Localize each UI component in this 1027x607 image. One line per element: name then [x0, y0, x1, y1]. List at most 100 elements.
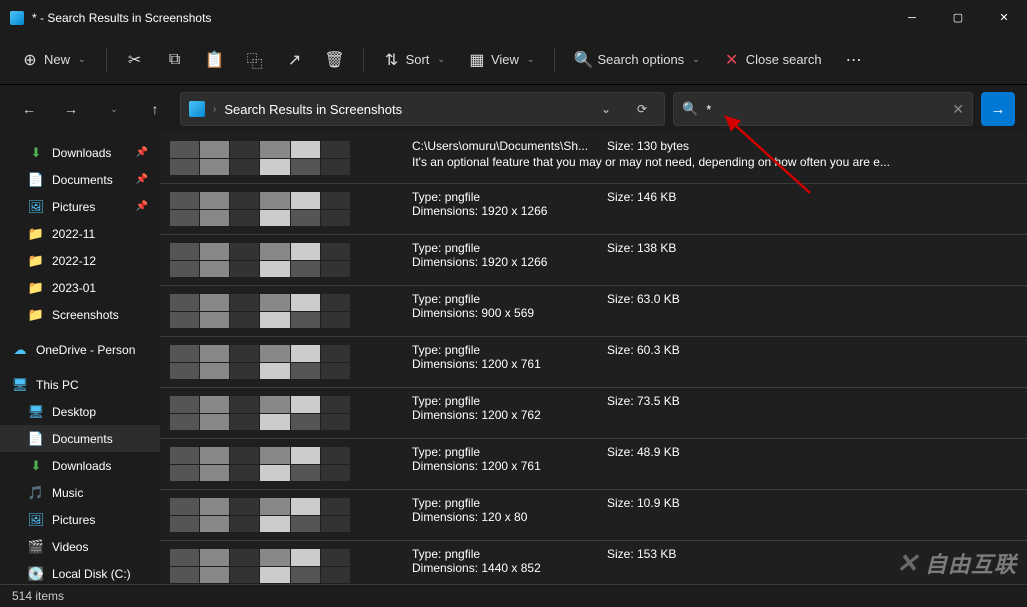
close-button[interactable]: ✕: [981, 0, 1027, 35]
result-type: Type: pngfile: [412, 547, 607, 561]
result-row[interactable]: Type: pngfileDimensions: 900 x 569Size: …: [160, 286, 1027, 337]
copy-button[interactable]: ⧉: [157, 43, 193, 77]
close-search-label: Close search: [746, 52, 822, 67]
folder-icon: 📁: [28, 307, 44, 323]
result-row[interactable]: C:\Users\omuru\Documents\Sh...Size: 130 …: [160, 133, 1027, 184]
share-button[interactable]: ↗: [277, 43, 313, 77]
pin-icon: 📌: [136, 174, 148, 185]
sidebar-item-documents[interactable]: 📄Documents: [0, 425, 160, 452]
result-row[interactable]: Type: pngfileDimensions: 1920 x 1266Size…: [160, 184, 1027, 235]
app-icon: [10, 11, 24, 25]
sidebar-item-pictures[interactable]: 🖼Pictures: [0, 506, 160, 533]
folder-icon: 🖼: [28, 199, 44, 215]
pin-icon: 📌: [136, 147, 148, 158]
sidebar-item-thispc[interactable]: 🖥 This PC: [0, 371, 160, 398]
thumbnail: [170, 343, 400, 381]
close-search-button[interactable]: ✕ Close search: [714, 43, 832, 77]
drive-icon: 🖼: [28, 512, 44, 528]
maximize-button[interactable]: ▢: [935, 0, 981, 35]
cloud-icon: ☁: [12, 342, 28, 358]
watermark: ✕ 自由互联: [896, 547, 1017, 579]
chevron-down-icon: ⌄: [527, 54, 535, 65]
folder-icon: 📁: [28, 253, 44, 269]
more-button[interactable]: ⋯: [836, 43, 872, 77]
search-box[interactable]: 🔍 ✕: [673, 92, 973, 126]
thumbnail: [170, 394, 400, 432]
search-options-label: Search options: [597, 52, 684, 67]
result-dim: Dimensions: 900 x 569: [412, 306, 607, 320]
result-size: Size: 138 KB: [607, 241, 1017, 269]
sidebar-item-2022-12[interactable]: 📁2022-12: [0, 247, 160, 274]
refresh-button[interactable]: ⟳: [628, 95, 656, 123]
minimize-button[interactable]: ─: [889, 0, 935, 35]
result-row[interactable]: Type: pngfileDimensions: 120 x 80Size: 1…: [160, 490, 1027, 541]
forward-button[interactable]: →: [54, 92, 88, 126]
result-size: Size: 60.3 KB: [607, 343, 1017, 371]
sidebar-item-documents[interactable]: 📄Documents📌: [0, 166, 160, 193]
sidebar-label: Pictures: [52, 200, 95, 214]
sidebar-item-videos[interactable]: 🎬Videos: [0, 533, 160, 560]
sidebar-label: Videos: [52, 540, 88, 554]
drive-icon: 💽: [28, 566, 44, 582]
sidebar-label: Documents: [52, 173, 113, 187]
result-type: Type: pngfile: [412, 292, 607, 306]
result-row[interactable]: Type: pngfileDimensions: 1200 x 762Size:…: [160, 388, 1027, 439]
sidebar-item-music[interactable]: 🎵 Music: [0, 479, 160, 506]
new-label: New: [44, 52, 70, 67]
view-button[interactable]: ▦ View ⌄: [459, 43, 545, 77]
sidebar-item-desktop[interactable]: 🖥Desktop: [0, 398, 160, 425]
search-options-button[interactable]: 🔍 Search options ⌄: [565, 43, 709, 77]
recent-button[interactable]: ⌄: [96, 92, 130, 126]
watermark-icon: ✕: [896, 548, 919, 579]
address-dropdown[interactable]: ⌄: [592, 95, 620, 123]
delete-button[interactable]: 🗑: [317, 43, 353, 77]
search-go-button[interactable]: →: [981, 92, 1015, 126]
drive-icon: 🎵: [28, 485, 44, 501]
result-row[interactable]: Type: pngfileDimensions: 1200 x 761Size:…: [160, 439, 1027, 490]
chevron-right-icon: ›: [213, 104, 216, 115]
thumbnail: [170, 547, 400, 584]
copy-icon: ⧉: [167, 52, 183, 68]
sidebar-label: Music: [52, 486, 83, 500]
cut-button[interactable]: ✂: [117, 43, 153, 77]
search-input[interactable]: [706, 102, 944, 117]
result-type: Type: pngfile: [412, 496, 607, 510]
result-dim: Dimensions: 1200 x 761: [412, 357, 607, 371]
thumbnail: [170, 292, 400, 330]
paste-button[interactable]: 📋: [197, 43, 233, 77]
result-desc: It's an optional feature that you may or…: [412, 155, 1017, 169]
trash-icon: 🗑: [327, 52, 343, 68]
pin-icon: 📌: [136, 201, 148, 212]
sidebar-item-2022-11[interactable]: 📁2022-11: [0, 220, 160, 247]
sort-button[interactable]: ⇅ Sort ⌄: [374, 43, 455, 77]
rename-button[interactable]: ⿻: [237, 43, 273, 77]
sidebar-label: This PC: [36, 378, 79, 392]
sidebar-label: Documents: [52, 432, 113, 446]
sidebar-item-pictures[interactable]: 🖼 Pictures 📌: [0, 193, 160, 220]
chevron-down-icon: ⌄: [78, 54, 86, 65]
address-bar[interactable]: › Search Results in Screenshots ⌄ ⟳: [180, 92, 665, 126]
sidebar-item-downloads[interactable]: ⬇Downloads📌: [0, 139, 160, 166]
new-button[interactable]: ⊕ New ⌄: [12, 43, 96, 77]
watermark-text: 自由互联: [925, 547, 1017, 579]
result-row[interactable]: Type: pngfileDimensions: 1920 x 1266Size…: [160, 235, 1027, 286]
sidebar-item-onedrive[interactable]: ☁ OneDrive - Person: [0, 336, 160, 363]
thumbnail: [170, 241, 400, 279]
sidebar-label: Screenshots: [52, 308, 119, 322]
result-row[interactable]: Type: pngfileDimensions: 1200 x 761Size:…: [160, 337, 1027, 388]
folder-icon: 📁: [28, 226, 44, 242]
sort-label: Sort: [406, 52, 430, 67]
result-size: Size: 146 KB: [607, 190, 1017, 218]
sidebar-item-localdiskc[interactable]: 💽Local Disk (C:): [0, 560, 160, 584]
clear-search-button[interactable]: ✕: [952, 101, 964, 118]
view-icon: ▦: [469, 52, 485, 68]
result-type: Type: pngfile: [412, 343, 607, 357]
chevron-down-icon: ⌄: [692, 54, 700, 65]
sidebar-item-screenshots[interactable]: 📁 Screenshots: [0, 301, 160, 328]
sidebar-item-2023-01[interactable]: 📁2023-01: [0, 274, 160, 301]
ellipsis-icon: ⋯: [846, 52, 862, 68]
up-button[interactable]: ↑: [138, 92, 172, 126]
back-button[interactable]: ←: [12, 92, 46, 126]
sidebar-item-downloads[interactable]: ⬇Downloads: [0, 452, 160, 479]
thumbnail: [170, 190, 400, 228]
